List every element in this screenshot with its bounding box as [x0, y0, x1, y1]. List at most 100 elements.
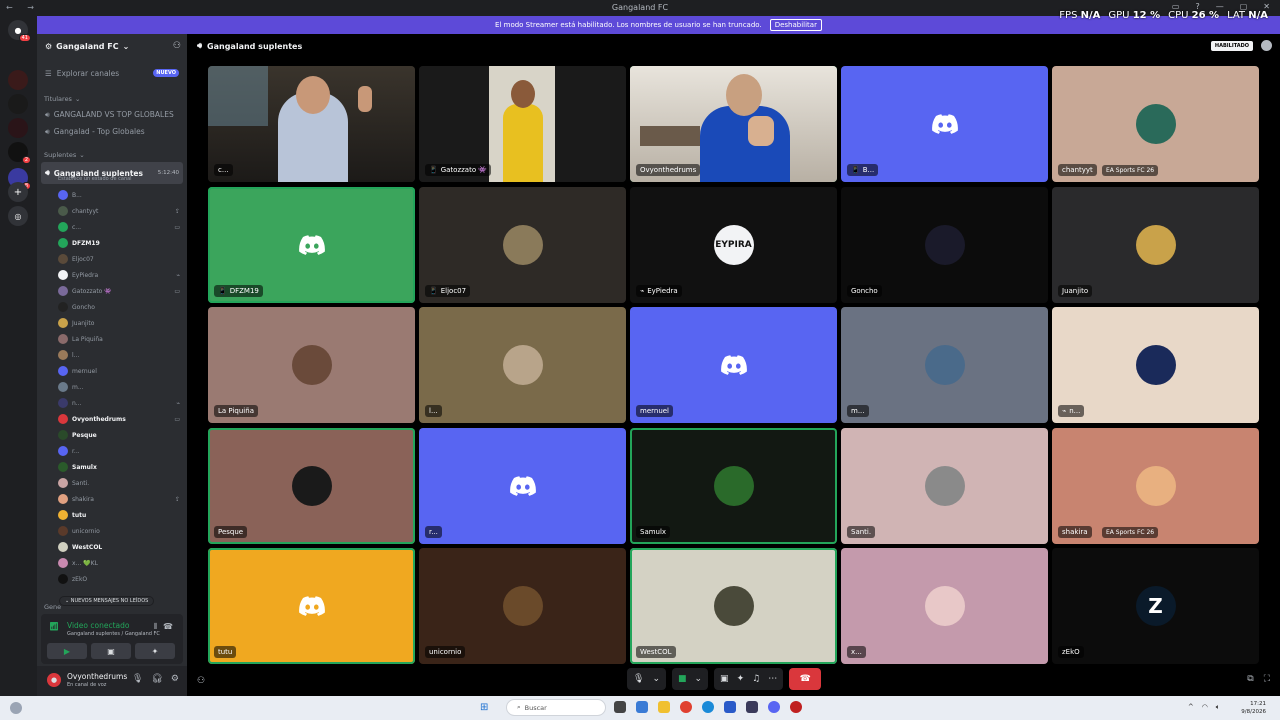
voice-member[interactable]: Gatozzato 👾 ▭: [37, 283, 187, 299]
screen-share-button[interactable]: ▣: [91, 643, 131, 659]
participant-tile[interactable]: x...: [841, 548, 1048, 664]
voice-member[interactable]: DFZM19: [37, 235, 187, 251]
server-icon[interactable]: [8, 118, 28, 138]
guild-header[interactable]: ⚙ Gangaland FC ⌄ ⚇: [37, 34, 187, 58]
participant-tile[interactable]: r...: [419, 427, 626, 544]
app-icon[interactable]: [790, 701, 802, 713]
voice-member[interactable]: WestCOL: [37, 539, 187, 555]
voice-member[interactable]: EyPiedra ⌁: [37, 267, 187, 283]
voice-member[interactable]: tutu: [37, 507, 187, 523]
voice-member[interactable]: r...: [37, 443, 187, 459]
camera-icon[interactable]: ■: [678, 674, 687, 684]
participant-tile[interactable]: 📱 Gatozzato 👾: [419, 66, 626, 182]
voice-member[interactable]: Ovyonthedrums ▭: [37, 411, 187, 427]
discover-icon[interactable]: ◎: [8, 206, 28, 226]
participant-tile[interactable]: Pesque: [208, 427, 415, 544]
participant-tile[interactable]: Santi.: [841, 427, 1048, 544]
screen-share-icon[interactable]: ▣: [720, 674, 729, 684]
voice-member[interactable]: Pesque: [37, 427, 187, 443]
participant-tile[interactable]: m...: [841, 307, 1048, 423]
more-icon[interactable]: ⋯: [768, 674, 777, 684]
participant-tile[interactable]: ⌁ n...: [1052, 307, 1259, 423]
voice-member[interactable]: Eljoc07: [37, 251, 187, 267]
activity-badge[interactable]: EA Sports FC 26: [1102, 165, 1159, 176]
voice-status-subtitle[interactable]: Gangaland suplentes / Gangaland FC: [67, 631, 160, 637]
voice-member[interactable]: unicornio: [37, 523, 187, 539]
start-icon[interactable]: ⊞: [480, 702, 488, 713]
headphones-icon[interactable]: 🎧︎: [151, 674, 162, 684]
mic-control[interactable]: 🎙︎ ⌄: [627, 668, 666, 690]
microphone-icon[interactable]: 🎙︎: [633, 674, 644, 684]
store-icon[interactable]: [724, 701, 736, 713]
participant-tile[interactable]: l...: [419, 307, 626, 423]
server-icon[interactable]: [8, 70, 28, 90]
voice-member[interactable]: Juanjito: [37, 315, 187, 331]
edge-icon[interactable]: [702, 701, 714, 713]
participant-tile[interactable]: chantyyt EA Sports FC 26: [1052, 66, 1259, 182]
fullscreen-icon[interactable]: ⛶: [1264, 674, 1270, 684]
explore-channels[interactable]: ☰ Explorar canales NUEVO: [37, 64, 187, 82]
microphone-icon[interactable]: 🎙︎: [132, 674, 143, 684]
participant-tile[interactable]: ZzEkO: [1052, 548, 1259, 664]
voice-member[interactable]: c... ▭: [37, 219, 187, 235]
participant-tile[interactable]: 📱 B...: [841, 66, 1048, 182]
voice-member[interactable]: mernuel: [37, 363, 187, 379]
add-member-icon[interactable]: ⚇: [173, 41, 181, 51]
wifi-icon[interactable]: ◠: [1202, 703, 1208, 712]
voice-member[interactable]: B...: [37, 187, 187, 203]
widgets-icon[interactable]: [10, 702, 22, 714]
participant-tile[interactable]: 📱 Eljoc07: [419, 186, 626, 303]
discord-home-icon[interactable]: ● 41: [8, 20, 31, 42]
camera-control[interactable]: ■ ⌄: [671, 668, 709, 690]
noise-icon[interactable]: ⫴: [154, 622, 157, 632]
participant-tile[interactable]: Juanjito: [1052, 186, 1259, 303]
voice-channel[interactable]: 🔊︎ GANGALAND VS TOP GLOBALES: [37, 106, 187, 123]
copilot-icon[interactable]: [636, 701, 648, 713]
task-view-icon[interactable]: [614, 701, 626, 713]
channel-status[interactable]: Establece un estado de canal: [58, 176, 132, 182]
participants-icon[interactable]: ⚇: [197, 676, 205, 686]
gear-icon[interactable]: ⚙: [171, 674, 179, 684]
disconnect-icon[interactable]: ☎: [163, 622, 173, 631]
avatar[interactable]: ●: [47, 673, 61, 687]
disable-streamer-button[interactable]: Deshabilitar: [769, 19, 822, 31]
voice-member[interactable]: shakira ⇪: [37, 491, 187, 507]
active-voice-channel[interactable]: 🔊︎ Gangaland suplentes 5:12:40 Establece…: [41, 162, 183, 184]
activity-badge[interactable]: EA Sports FC 26: [1102, 526, 1159, 538]
participant-tile[interactable]: tutu: [208, 548, 415, 664]
file-explorer-icon[interactable]: [658, 701, 670, 713]
participant-tile[interactable]: EYPIRA ⌁ EyPiedra: [630, 186, 837, 303]
voice-member[interactable]: n... ⌁: [37, 395, 187, 411]
chrome-icon[interactable]: [680, 701, 692, 713]
chevron-down-icon[interactable]: ⌄: [695, 674, 703, 684]
discord-taskbar-icon[interactable]: [768, 701, 780, 713]
taskbar-search[interactable]: ⌕ Buscar: [506, 699, 606, 716]
participant-tile[interactable]: WestCOL: [630, 548, 837, 664]
activities-icon[interactable]: ✦: [737, 674, 745, 684]
popout-icon[interactable]: ⧉: [1247, 674, 1253, 684]
server-icon[interactable]: 2: [8, 142, 31, 164]
category-suplentes[interactable]: Suplentes ⌄: [37, 148, 187, 162]
hang-up-button[interactable]: ☎: [789, 668, 822, 690]
add-server-icon[interactable]: +: [8, 182, 28, 202]
server-icon[interactable]: [8, 94, 28, 114]
soundboard-icon[interactable]: ♫: [752, 674, 760, 684]
participant-tile[interactable]: La Piquiña: [208, 307, 415, 423]
voice-member[interactable]: x... 💚KL: [37, 555, 187, 571]
voice-channel[interactable]: 🔊︎ Gangalad - Top Globales: [37, 123, 187, 140]
user-name[interactable]: Ovyonthedrums: [67, 672, 127, 681]
voice-status-title[interactable]: Video conectado: [67, 621, 130, 630]
participant-tile[interactable]: unicornio: [419, 548, 626, 664]
participant-tile[interactable]: Samulx: [630, 427, 837, 544]
chat-icon[interactable]: [1261, 40, 1272, 51]
app-icon[interactable]: [746, 701, 758, 713]
voice-member[interactable]: Goncho: [37, 299, 187, 315]
category-titulares[interactable]: Titulares ⌄: [37, 92, 187, 106]
participant-tile[interactable]: shakira EA Sports FC 26: [1052, 427, 1259, 544]
voice-member[interactable]: Samulx: [37, 459, 187, 475]
taskbar-clock[interactable]: 17:21 9/8/2026: [1241, 700, 1266, 716]
unread-messages-pill[interactable]: ⌄ NUEVOS MENSAJES NO LEÍDOS: [59, 596, 155, 606]
participant-tile[interactable]: c...: [208, 66, 415, 182]
voice-member[interactable]: chantyyt ⇪: [37, 203, 187, 219]
voice-member[interactable]: Santi.: [37, 475, 187, 491]
